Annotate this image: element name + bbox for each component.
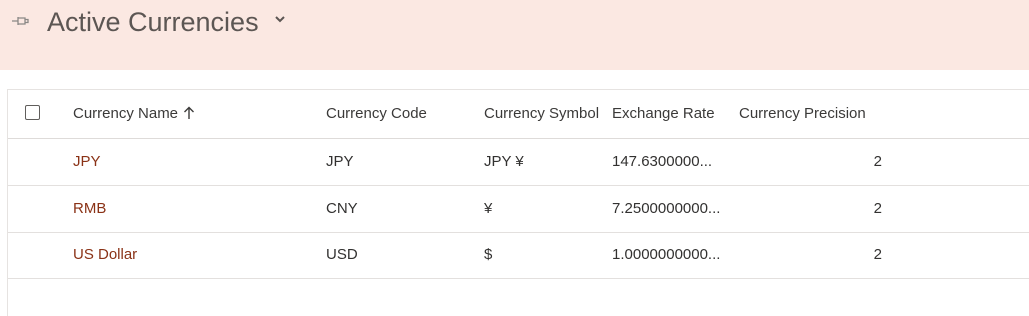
currency-symbol-cell: ¥ <box>484 200 493 217</box>
currency-symbol-cell: $ <box>484 246 493 263</box>
currency-code-cell: USD <box>326 246 358 263</box>
select-all-checkbox[interactable] <box>25 105 40 120</box>
grid-header-row: Currency Name Currency Code Currency Sym… <box>8 90 1029 139</box>
currency-code-cell: CNY <box>326 200 358 217</box>
column-header-currency-name[interactable]: Currency Name <box>73 90 303 138</box>
column-header-currency-code[interactable]: Currency Code <box>326 90 476 138</box>
view-header: Active Currencies <box>0 0 1029 70</box>
currency-code-cell: JPY <box>326 153 354 170</box>
column-header-label: Currency Name <box>73 105 179 122</box>
currency-symbol-cell: JPY ¥ <box>484 153 524 170</box>
table-row[interactable]: JPY JPY JPY ¥ 147.6300000... 2 <box>8 139 1029 186</box>
exchange-rate-cell: 7.2500000000... <box>612 200 721 217</box>
pin-icon[interactable] <box>11 14 31 28</box>
currency-precision-cell: 2 <box>873 200 882 217</box>
currency-precision-cell: 2 <box>873 246 882 263</box>
chevron-down-icon[interactable] <box>274 14 286 24</box>
table-row[interactable]: RMB CNY ¥ 7.2500000000... 2 <box>8 186 1029 233</box>
arrow-up-icon <box>184 106 195 119</box>
currency-name-link[interactable]: JPY <box>73 139 303 185</box>
view-title[interactable]: Active Currencies <box>47 4 259 40</box>
currency-grid: Currency Name Currency Code Currency Sym… <box>7 89 1029 316</box>
currency-name-link[interactable]: US Dollar <box>73 232 303 278</box>
column-header-currency-precision[interactable]: Currency Precision <box>739 90 899 138</box>
exchange-rate-cell: 1.0000000000... <box>612 246 721 263</box>
currency-name-link[interactable]: RMB <box>73 186 303 232</box>
column-header-currency-symbol[interactable]: Currency Symbol <box>484 90 599 138</box>
exchange-rate-cell: 147.6300000... <box>612 153 713 170</box>
table-row[interactable]: US Dollar USD $ 1.0000000000... 2 <box>8 232 1029 279</box>
currency-precision-cell: 2 <box>873 153 882 170</box>
column-header-exchange-rate[interactable]: Exchange Rate <box>612 90 732 138</box>
